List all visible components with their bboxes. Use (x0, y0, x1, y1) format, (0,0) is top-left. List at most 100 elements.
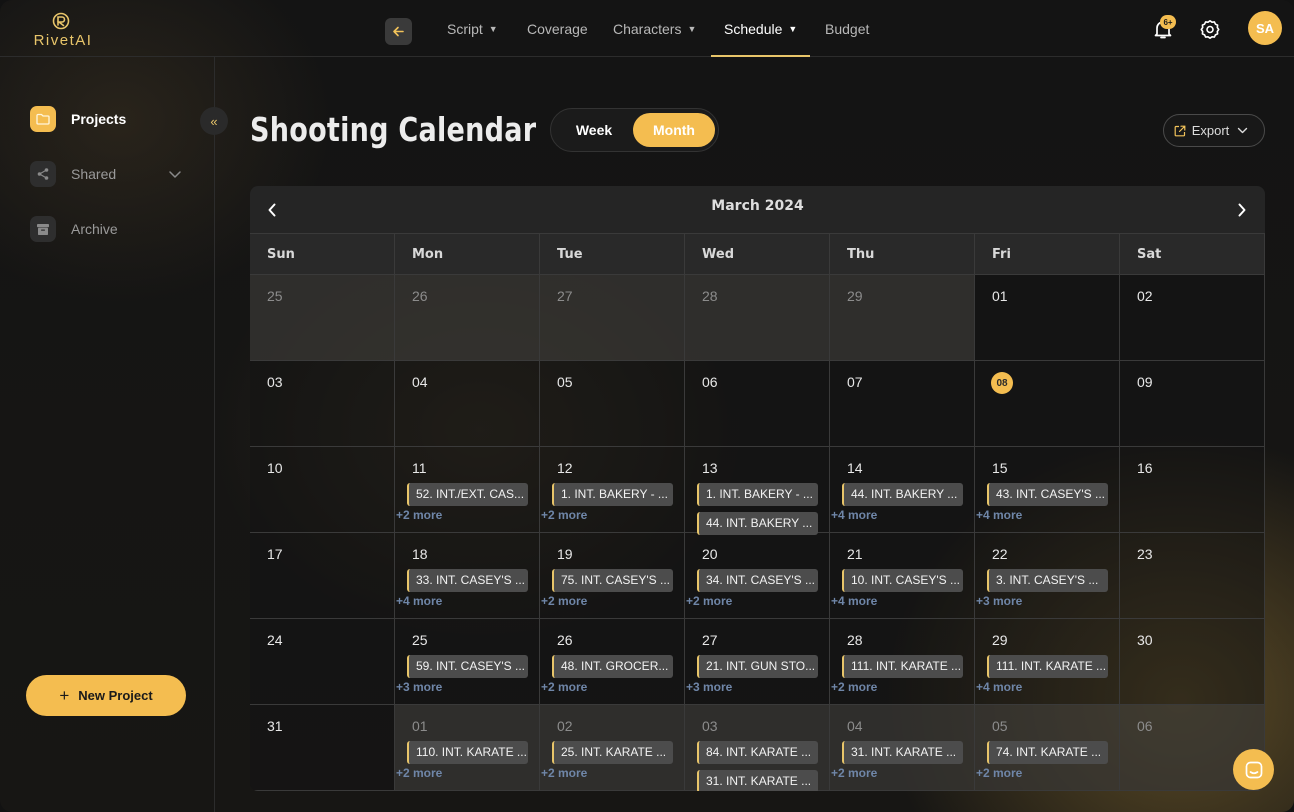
more-events-link[interactable]: +4 more (976, 680, 1022, 694)
scene-event-chip[interactable]: 110. INT. KARATE ... (407, 741, 528, 764)
gear-icon[interactable] (1200, 19, 1220, 39)
calendar-day-cell[interactable]: 03 (250, 361, 395, 447)
calendar-day-cell[interactable]: 25 59. INT. CASEY'S ... +3 more (395, 619, 540, 705)
calendar-day-cell[interactable]: 09 (1120, 361, 1265, 447)
calendar-day-cell[interactable]: 04 (395, 361, 540, 447)
calendar-day-cell[interactable]: 20 34. INT. CASEY'S ... +2 more (685, 533, 830, 619)
scene-event-chip[interactable]: 75. INT. CASEY'S ... (552, 569, 673, 592)
nav-script[interactable]: Script ▼ (447, 0, 498, 57)
calendar-day-cell[interactable]: 23 (1120, 533, 1265, 619)
more-events-link[interactable]: +2 more (396, 766, 442, 780)
calendar-day-cell[interactable]: 07 (830, 361, 975, 447)
scene-event-chip[interactable]: 111. INT. KARATE ... (987, 655, 1108, 678)
export-button[interactable]: Export (1163, 114, 1265, 147)
more-events-link[interactable]: +4 more (976, 508, 1022, 522)
calendar-day-cell[interactable]: 26 (395, 275, 540, 361)
calendar-day-cell[interactable]: 05 74. INT. KARATE ... +2 more (975, 705, 1120, 791)
more-events-link[interactable]: +4 more (396, 594, 442, 608)
scene-event-chip[interactable]: 59. INT. CASEY'S ... (407, 655, 528, 678)
calendar-day-cell[interactable]: 22 3. INT. CASEY'S ... +3 more (975, 533, 1120, 619)
calendar-day-cell[interactable]: 03 84. INT. KARATE ... 31. INT. KARATE ... (685, 705, 830, 791)
scene-event-chip[interactable]: 10. INT. CASEY'S ... (842, 569, 963, 592)
calendar-day-cell[interactable]: 01 110. INT. KARATE ... +2 more (395, 705, 540, 791)
scene-event-chip[interactable]: 1. INT. BAKERY - ... (552, 483, 673, 506)
calendar-day-cell[interactable]: 28 (685, 275, 830, 361)
calendar-day-cell[interactable]: 04 31. INT. KARATE ... +2 more (830, 705, 975, 791)
week-view-button[interactable]: Week (557, 113, 631, 147)
calendar-day-cell[interactable]: 08 (975, 361, 1120, 447)
more-events-link[interactable]: +2 more (541, 680, 587, 694)
calendar-day-cell[interactable]: 27 21. INT. GUN STO... +3 more (685, 619, 830, 705)
more-events-link[interactable]: +2 more (686, 594, 732, 608)
calendar-day-cell[interactable]: 11 52. INT./EXT. CAS... +2 more (395, 447, 540, 533)
more-events-link[interactable]: +2 more (976, 766, 1022, 780)
scene-event-chip[interactable]: 1. INT. BAKERY - ... (697, 483, 818, 506)
sidebar-item-shared[interactable]: Shared (30, 161, 185, 187)
more-events-link[interactable]: +3 more (686, 680, 732, 694)
calendar-day-cell[interactable]: 05 (540, 361, 685, 447)
next-month-button[interactable] (1234, 200, 1250, 220)
nav-schedule[interactable]: Schedule ▼ (710, 0, 811, 57)
scene-event-chip[interactable]: 48. INT. GROCER... (552, 655, 673, 678)
calendar-day-cell[interactable]: 16 (1120, 447, 1265, 533)
sidebar-item-archive[interactable]: Archive (30, 216, 118, 242)
scene-event-chip[interactable]: 111. INT. KARATE ... (842, 655, 963, 678)
calendar-day-cell[interactable]: 24 (250, 619, 395, 705)
scene-event-chip[interactable]: 3. INT. CASEY'S ... (987, 569, 1108, 592)
collapse-sidebar-button[interactable]: « (200, 107, 228, 135)
calendar-day-cell[interactable]: 29 (830, 275, 975, 361)
calendar-day-cell[interactable]: 06 (685, 361, 830, 447)
scene-event-chip[interactable]: 21. INT. GUN STO... (697, 655, 818, 678)
nav-characters[interactable]: Characters ▼ (613, 0, 696, 57)
calendar-day-cell[interactable]: 27 (540, 275, 685, 361)
logo[interactable]: RivetAI (28, 10, 98, 49)
chevron-down-icon[interactable] (168, 167, 182, 181)
more-events-link[interactable]: +2 more (831, 680, 877, 694)
scene-event-chip[interactable]: 52. INT./EXT. CAS... (407, 483, 528, 506)
calendar-day-cell[interactable]: 02 25. INT. KARATE ... +2 more (540, 705, 685, 791)
calendar-day-cell[interactable]: 31 (250, 705, 395, 791)
more-events-link[interactable]: +4 more (831, 508, 877, 522)
more-events-link[interactable]: +3 more (396, 680, 442, 694)
calendar-day-cell[interactable]: 02 (1120, 275, 1265, 361)
calendar-day-cell[interactable]: 13 1. INT. BAKERY - ... 44. INT. BAKERY ..… (685, 447, 830, 535)
chat-support-button[interactable] (1233, 749, 1274, 790)
new-project-button[interactable]: + New Project (26, 675, 186, 716)
scene-event-chip[interactable]: 84. INT. KARATE ... (697, 741, 818, 764)
scene-event-chip[interactable]: 74. INT. KARATE ... (987, 741, 1108, 764)
scene-event-chip[interactable]: 44. INT. BAKERY ... (842, 483, 963, 506)
more-events-link[interactable]: +4 more (831, 594, 877, 608)
scene-event-chip[interactable]: 31. INT. KARATE ... (697, 770, 818, 791)
calendar-day-cell[interactable]: 30 (1120, 619, 1265, 705)
more-events-link[interactable]: +2 more (831, 766, 877, 780)
calendar-day-cell[interactable]: 28 111. INT. KARATE ... +2 more (830, 619, 975, 705)
calendar-day-cell[interactable]: 10 (250, 447, 395, 533)
scene-event-chip[interactable]: 33. INT. CASEY'S ... (407, 569, 528, 592)
scene-event-chip[interactable]: 43. INT. CASEY'S ... (987, 483, 1108, 506)
nav-budget[interactable]: Budget (825, 0, 869, 57)
sidebar-item-projects[interactable]: Projects (30, 106, 126, 132)
scene-event-chip[interactable]: 34. INT. CASEY'S ... (697, 569, 818, 592)
calendar-day-cell[interactable]: 14 44. INT. BAKERY ... +4 more (830, 447, 975, 533)
more-events-link[interactable]: +2 more (541, 594, 587, 608)
month-view-button[interactable]: Month (633, 113, 715, 147)
scene-event-chip[interactable]: 31. INT. KARATE ... (842, 741, 963, 764)
calendar-day-cell[interactable]: 15 43. INT. CASEY'S ... +4 more (975, 447, 1120, 533)
more-events-link[interactable]: +2 more (396, 508, 442, 522)
calendar-day-cell[interactable]: 19 75. INT. CASEY'S ... +2 more (540, 533, 685, 619)
more-events-link[interactable]: +2 more (541, 508, 587, 522)
calendar-day-cell[interactable]: 26 48. INT. GROCER... +2 more (540, 619, 685, 705)
calendar-day-cell[interactable]: 12 1. INT. BAKERY - ... +2 more (540, 447, 685, 533)
back-button[interactable] (385, 18, 412, 45)
calendar-day-cell[interactable]: 25 (250, 275, 395, 361)
scene-event-chip[interactable]: 44. INT. BAKERY ... (697, 512, 818, 535)
calendar-day-cell[interactable]: 29 111. INT. KARATE ... +4 more (975, 619, 1120, 705)
more-events-link[interactable]: +2 more (541, 766, 587, 780)
calendar-day-cell[interactable]: 18 33. INT. CASEY'S ... +4 more (395, 533, 540, 619)
calendar-day-cell[interactable]: 01 (975, 275, 1120, 361)
scene-event-chip[interactable]: 25. INT. KARATE ... (552, 741, 673, 764)
avatar[interactable]: SA (1248, 11, 1282, 45)
more-events-link[interactable]: +3 more (976, 594, 1022, 608)
nav-coverage[interactable]: Coverage (527, 0, 588, 57)
calendar-day-cell[interactable]: 17 (250, 533, 395, 619)
